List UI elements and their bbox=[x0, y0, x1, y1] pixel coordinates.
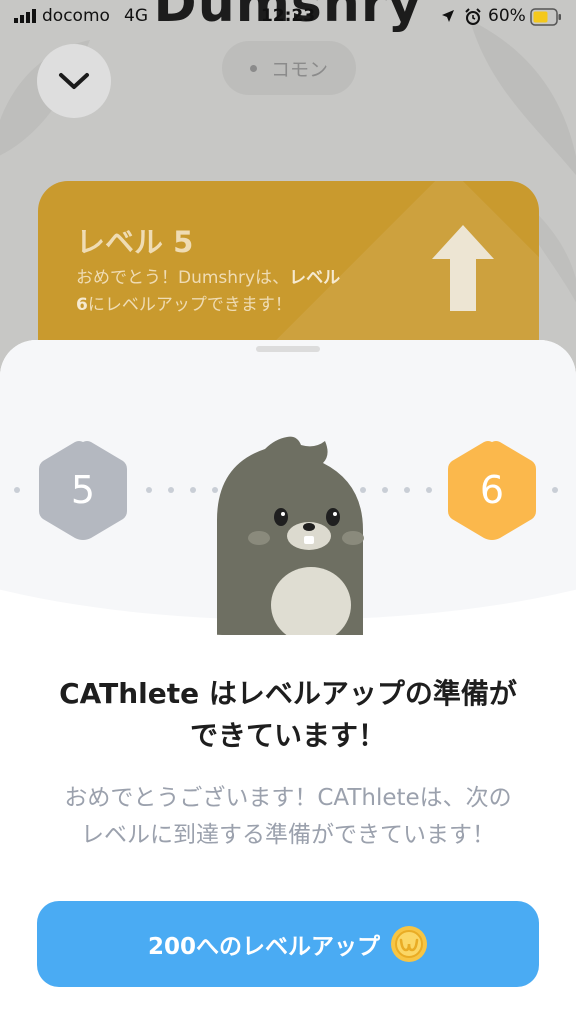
current-level-badge: 5 bbox=[37, 438, 129, 542]
arrow-up-icon bbox=[432, 225, 494, 311]
level-card-text-suffix: にレベルアップできます！ bbox=[87, 295, 292, 315]
leaf-decoration-right bbox=[470, 20, 576, 176]
coin-icon bbox=[391, 926, 427, 962]
progress-dot bbox=[168, 487, 174, 493]
progress-dot bbox=[552, 487, 558, 493]
headline-line-2: できています！ bbox=[189, 719, 386, 752]
rarity-dot bbox=[249, 64, 257, 72]
level-card-text-prefix: おめでとう！Dumshryは、 bbox=[76, 268, 290, 288]
level-up-sheet: 5 6 CAThlete はレベルアップの準備が できています！ おめでとうござ… bbox=[0, 340, 576, 1024]
alarm-icon bbox=[465, 8, 481, 25]
rarity-badge: コモン bbox=[222, 41, 356, 95]
level-up-button[interactable]: 200へのレベルアップ bbox=[37, 901, 539, 987]
progress-dot bbox=[14, 487, 20, 493]
collapse-button[interactable] bbox=[37, 44, 111, 118]
progress-dot bbox=[146, 487, 152, 493]
level-up-description: おめでとうございます！CAThleteは、次の レベルに到達する準備ができていま… bbox=[30, 780, 546, 854]
next-level-number: 6 bbox=[479, 468, 505, 512]
chevron-down-icon bbox=[59, 73, 89, 89]
progress-dot bbox=[426, 487, 432, 493]
level-up-button-label: 200へのレベルアップ bbox=[147, 934, 380, 960]
mascot-seal-illustration bbox=[217, 436, 364, 635]
progress-dot bbox=[382, 487, 388, 493]
battery-percent: 60% bbox=[488, 6, 526, 26]
description-line-1: おめでとうございます！CAThleteは、次の bbox=[64, 785, 512, 811]
battery-icon bbox=[530, 8, 561, 26]
level-card-title: レベル 5 bbox=[76, 225, 194, 259]
location-icon bbox=[442, 10, 454, 22]
description-line-2: レベルに到達する準備ができています！ bbox=[81, 822, 495, 848]
current-level-number: 5 bbox=[70, 468, 96, 512]
status-bar: docomo 4G 12:23 60% bbox=[0, 0, 576, 34]
level-card-text: おめでとう！Dumshryは、レベル 6にレベルアップできます！ bbox=[76, 265, 356, 319]
sheet-grabber[interactable] bbox=[256, 346, 320, 352]
rarity-label: コモン bbox=[270, 58, 328, 81]
headline-line-1: CAThlete はレベルアップの準備が bbox=[59, 677, 517, 710]
progress-dot bbox=[190, 487, 196, 493]
next-level-badge: 6 bbox=[446, 438, 538, 542]
progress-dot bbox=[404, 487, 410, 493]
level-up-headline: CAThlete はレベルアップの準備が できています！ bbox=[0, 673, 576, 757]
